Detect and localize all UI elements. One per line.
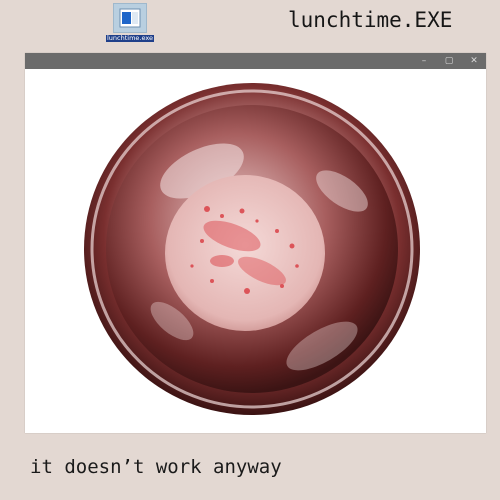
app-title: lunchtime.EXE — [288, 8, 453, 32]
bowl-image — [84, 83, 420, 415]
app-window-icon — [113, 3, 147, 33]
window-controls: – ▢ ✕ — [418, 53, 480, 69]
desktop-app-icon[interactable]: lunchtime.exe — [105, 2, 155, 44]
maximize-button[interactable]: ▢ — [443, 55, 455, 67]
caption-text: it doesn’t work anyway — [30, 456, 282, 478]
app-window: – ▢ ✕ — [25, 53, 486, 433]
window-titlebar[interactable]: – ▢ ✕ — [25, 53, 486, 69]
desktop-icon-label: lunchtime.exe — [105, 34, 155, 42]
window-content — [25, 69, 486, 433]
close-button[interactable]: ✕ — [468, 55, 480, 67]
minimize-button[interactable]: – — [418, 55, 430, 67]
